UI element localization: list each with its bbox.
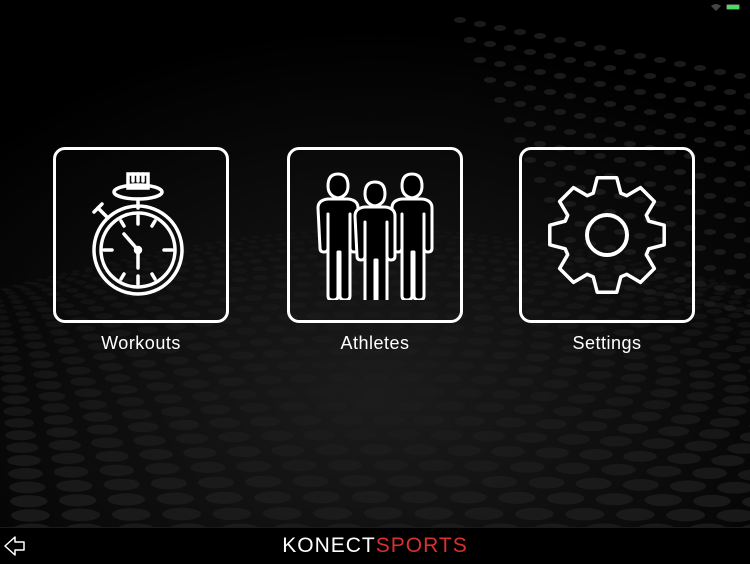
workouts-label: Workouts <box>50 333 232 354</box>
settings-label: Settings <box>516 333 698 354</box>
athletes-label: Athletes <box>284 333 466 354</box>
athletes-tile-frame[interactable] <box>287 147 463 323</box>
battery-level-fill <box>727 5 739 9</box>
konect-sports-logo: KONECTSPORTS <box>0 534 750 558</box>
settings-tile[interactable]: Settings <box>516 147 698 360</box>
workouts-tile[interactable]: Workouts <box>50 147 232 360</box>
stopwatch-icon <box>86 170 196 300</box>
status-bar <box>660 0 750 14</box>
gear-icon <box>542 170 672 300</box>
main-menu: Workouts Athletes <box>0 147 750 367</box>
athletes-tile[interactable]: Athletes <box>284 147 466 360</box>
logo-konect-text: KONECT <box>282 534 376 557</box>
wifi-icon <box>711 4 721 11</box>
settings-tile-frame[interactable] <box>519 147 695 323</box>
workouts-tile-frame[interactable] <box>53 147 229 323</box>
athletes-group-icon <box>310 170 440 300</box>
battery-icon <box>726 4 740 10</box>
bottom-bar: KONECTSPORTS <box>0 527 750 564</box>
logo-sports-text: SPORTS <box>376 534 468 557</box>
